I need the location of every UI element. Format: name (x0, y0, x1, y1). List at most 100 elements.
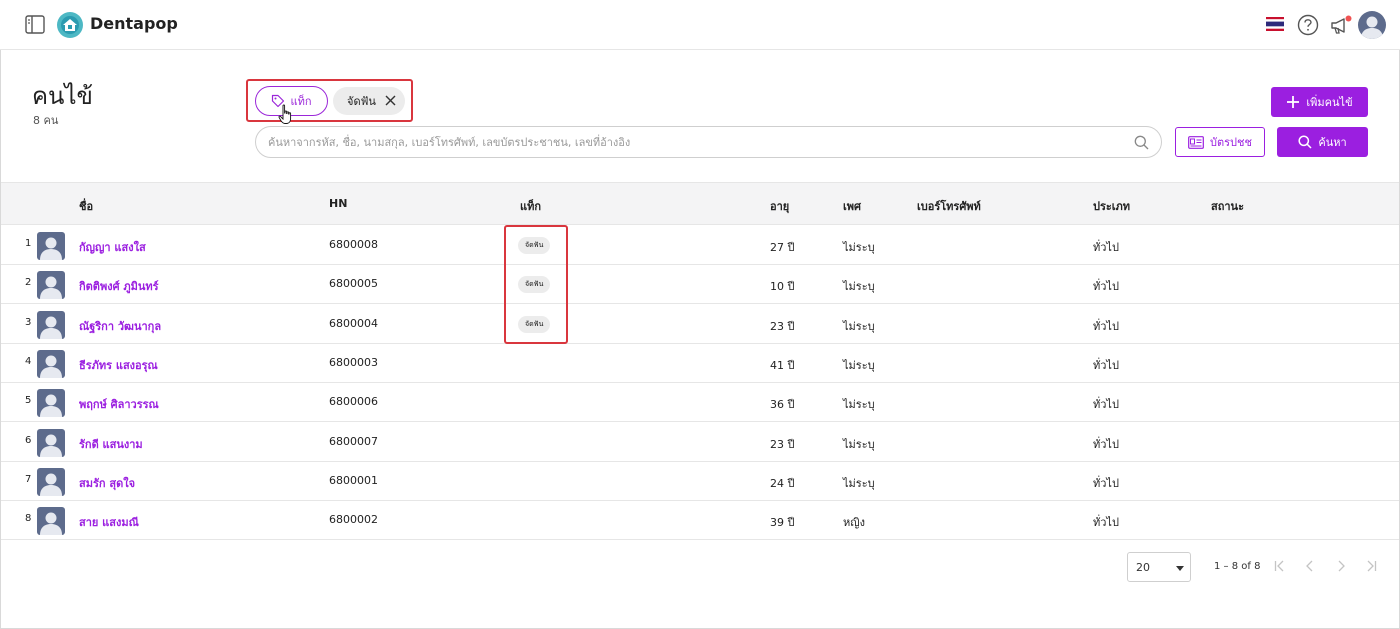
row-index: 1 (25, 238, 32, 249)
megaphone-icon[interactable] (1329, 14, 1353, 36)
logo-icon (57, 12, 83, 38)
patient-age: 41 ปี (770, 358, 795, 372)
search-icon[interactable] (1134, 135, 1149, 150)
patient-hn: 6800001 (329, 473, 378, 487)
first-page-icon[interactable] (1273, 559, 1287, 573)
patient-hn: 6800006 (329, 395, 378, 409)
patient-hn: 6800004 (329, 316, 378, 330)
patient-gender: หญิง (843, 516, 865, 530)
user-avatar-icon (37, 310, 65, 339)
page-size-value: 20 (1136, 561, 1150, 574)
prev-page-icon[interactable] (1303, 559, 1317, 573)
user-avatar-icon (37, 271, 65, 300)
patient-type: ทั่วไป (1093, 476, 1119, 490)
user-avatar-icon (37, 349, 65, 378)
row-index: 3 (25, 316, 32, 328)
page-range: 1 – 8 of 8 (1214, 561, 1261, 572)
search-box (255, 126, 1162, 158)
table-row[interactable]: 6 รักดี แสนงาม 6800007 23 ปี ไม่ระบุ ทั่วไป (1, 423, 1399, 462)
patient-type: ทั่วไป (1093, 241, 1119, 254)
patient-gender: ไม่ระบุ (843, 319, 875, 333)
help-icon[interactable] (1297, 14, 1319, 36)
col-header-status[interactable]: สถานะ (1211, 197, 1244, 215)
patient-gender: ไม่ระบุ (843, 398, 875, 412)
plus-icon (1287, 96, 1300, 108)
patient-age: 36 ปี (770, 398, 795, 412)
next-page-icon[interactable] (1334, 559, 1348, 573)
table-row[interactable]: 4 ธีรภัทร แสงอรุณ 6800003 41 ปี ไม่ระบุ ทั่วไ… (1, 344, 1399, 383)
patient-age: 23 ปี (770, 319, 795, 333)
patient-name-link[interactable]: สมรัก สุดใจ (79, 474, 135, 492)
patient-gender: ไม่ระบุ (843, 358, 875, 372)
id-card-icon (1188, 135, 1204, 149)
patient-age: 10 ปี (770, 280, 795, 294)
patient-hn: 6800007 (329, 434, 378, 448)
top-bar: Dentapop (0, 0, 1400, 50)
patient-hn: 6800008 (329, 238, 378, 251)
col-header-hn[interactable]: HN (329, 197, 347, 210)
id-card-button[interactable]: บัตรปชช (1175, 127, 1265, 157)
col-header-name[interactable]: ชื่อ (79, 197, 93, 215)
col-header-gender[interactable]: เพศ (843, 197, 861, 215)
patient-age: 39 ปี (770, 516, 795, 530)
row-index: 8 (25, 513, 32, 525)
row-index: 6 (25, 434, 32, 446)
table-header: ชื่อ HN แท็ก อายุ เพศ เบอร์โทรศัพท์ ประเ… (1, 182, 1399, 225)
patient-age: 27 ปี (770, 241, 795, 254)
last-page-icon[interactable] (1364, 559, 1378, 573)
hand-cursor-icon (278, 104, 292, 124)
patient-name-link[interactable]: กิตติพงศ์ ภูมินทร์ (79, 277, 159, 295)
user-avatar-icon (37, 389, 65, 418)
close-icon[interactable] (384, 94, 397, 107)
col-header-age[interactable]: อายุ (770, 197, 789, 215)
patient-type: ทั่วไป (1093, 437, 1119, 451)
patient-count: 8 คน (33, 114, 59, 127)
row-index: 5 (25, 395, 32, 407)
patient-hn: 6800003 (329, 355, 378, 369)
search-icon (1298, 135, 1312, 149)
page-size-select[interactable]: 20 (1127, 552, 1191, 582)
sidebar-toggle-icon[interactable] (25, 15, 45, 34)
patient-name-link[interactable]: รักดี แสนงาม (79, 435, 143, 453)
patient-type: ทั่วไป (1093, 280, 1119, 294)
user-avatar-icon (37, 467, 65, 496)
col-header-phone[interactable]: เบอร์โทรศัพท์ (917, 197, 981, 215)
user-avatar-icon (37, 507, 65, 536)
add-patient-button[interactable]: เพิ่มคนไข้ (1271, 87, 1368, 117)
thai-flag-icon[interactable] (1266, 17, 1284, 31)
patient-name-link[interactable]: สาย แสงมณี (79, 513, 139, 531)
table-row[interactable]: 2 กิตติพงศ์ ภูมินทร์ 6800005 10 ปี ไม่ระบุ ทั… (1, 265, 1399, 305)
patient-gender: ไม่ระบุ (843, 241, 875, 254)
page-title: คนไข้ (32, 82, 93, 110)
table-row[interactable]: 1 กัญญา แสงใส 6800008 27 ปี ไม่ระบุ ทั่วไป จัด… (1, 226, 1399, 265)
table-row[interactable]: 3 ณัฐริกา วัฒนากุล 6800004 23 ปี ไม่ระบุ ทั่ว… (1, 305, 1399, 344)
table-row[interactable]: 7 สมรัก สุดใจ 6800001 24 ปี ไม่ระบุ ทั่วไป (1, 462, 1399, 501)
row-index: 4 (25, 355, 32, 367)
row-index: 7 (25, 473, 32, 485)
user-avatar-icon[interactable] (1358, 11, 1386, 39)
patient-age: 23 ปี (770, 437, 795, 451)
search-input[interactable] (268, 127, 1128, 157)
table-row[interactable]: 5 พฤกษ์ ศิลาวรรณ 6800006 36 ปี ไม่ระบุ ทั่วไป (1, 383, 1399, 423)
patient-gender: ไม่ระบุ (843, 437, 875, 451)
id-card-label: บัตรปชช (1210, 136, 1252, 149)
search-button[interactable]: ค้นหา (1277, 127, 1368, 157)
patient-hn: 6800002 (329, 513, 378, 527)
patient-type: ทั่วไป (1093, 358, 1119, 372)
table-row[interactable]: 8 สาย แสงมณี 6800002 39 ปี หญิง ทั่วไป (1, 501, 1399, 541)
user-avatar-icon (37, 232, 65, 260)
patient-name-link[interactable]: ธีรภัทร แสงอรุณ (79, 356, 158, 374)
active-filter-chip-label: จัดฟัน (347, 95, 376, 108)
patient-name-link[interactable]: ณัฐริกา วัฒนากุล (79, 317, 161, 335)
patient-name-link[interactable]: พฤกษ์ ศิลาวรรณ (79, 395, 159, 413)
patient-age: 24 ปี (770, 476, 795, 490)
patient-gender: ไม่ระบุ (843, 476, 875, 490)
brand-name: Dentapop (90, 14, 178, 33)
col-header-tag[interactable]: แท็ก (520, 197, 541, 215)
col-header-type[interactable]: ประเภท (1093, 197, 1130, 215)
patient-hn: 6800005 (329, 277, 378, 291)
add-patient-label: เพิ่มคนไข้ (1306, 97, 1353, 109)
patient-name-link[interactable]: กัญญา แสงใส (79, 238, 146, 256)
tag-column-highlight-box (504, 225, 568, 344)
patient-type: ทั่วไป (1093, 319, 1119, 333)
